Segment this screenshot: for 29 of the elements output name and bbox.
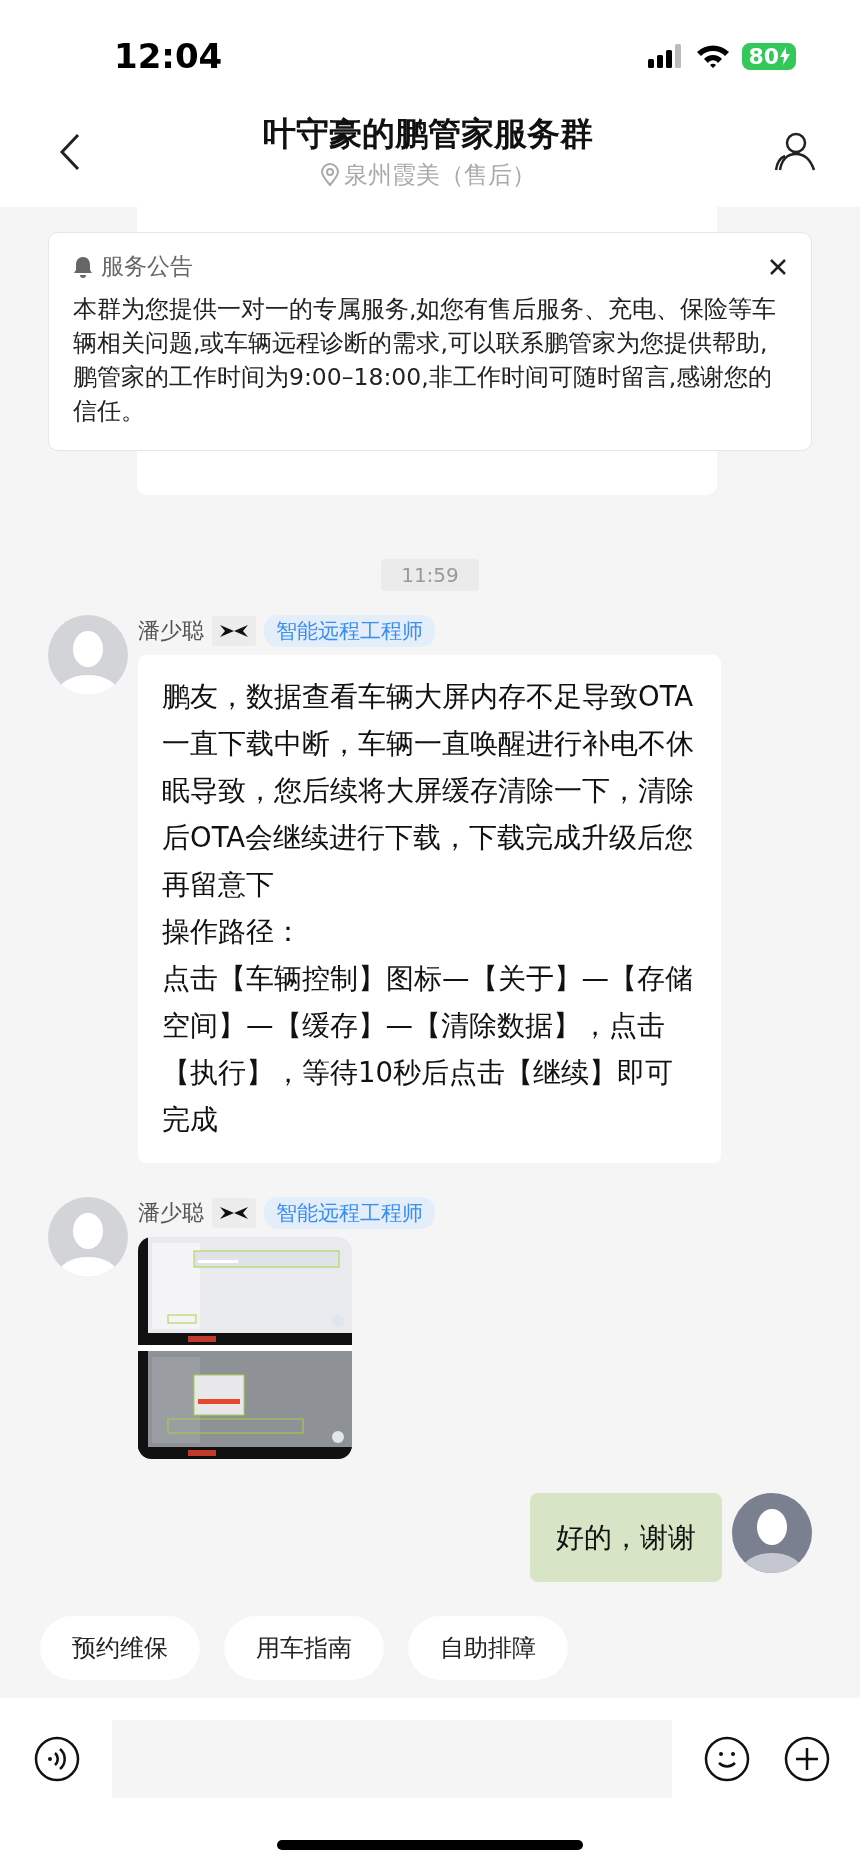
- announcement-title: 服务公告: [101, 252, 194, 281]
- close-icon[interactable]: [769, 257, 787, 276]
- quick-reply-chip[interactable]: 预约维保: [40, 1616, 200, 1680]
- role-tag: 智能远程工程师: [264, 615, 435, 647]
- quick-reply-chip[interactable]: 用车指南: [224, 1616, 384, 1680]
- brand-logo-icon: [212, 1198, 256, 1228]
- sender-name: 潘少聪: [138, 1199, 204, 1227]
- quick-reply-chip[interactable]: 自助排障: [408, 1616, 568, 1680]
- timestamp: 11:59: [381, 559, 479, 591]
- bell-icon: [73, 255, 93, 278]
- message-text: 操作路径：: [162, 914, 303, 949]
- message-text: 好的，谢谢: [556, 1520, 696, 1555]
- battery-icon: 80: [742, 42, 796, 70]
- message-text: 点击【车辆控制】图标—【关于】—【存储空间】—【缓存】—【清除数据】，点击【执行】，等待10秒后点击【继续】即可完成: [162, 961, 694, 1137]
- wifi-icon: [696, 43, 731, 69]
- group-members-icon[interactable]: [774, 130, 816, 172]
- status-time: 12:04: [114, 36, 224, 76]
- announcement-text: 本群为您提供一对一的专属服务,如您有售后服务、充电、保险等车辆相关问题,或车辆远程诊断的需求,可以联系鹏管家为您提供帮助,鹏管家的工作时间为9:00–18:00,非工作时间可随时留言,感谢您的信任。: [73, 294, 778, 427]
- back-icon[interactable]: [58, 132, 82, 172]
- location-icon: [320, 163, 340, 187]
- emoji-icon[interactable]: [704, 1736, 750, 1782]
- chat-subtitle: 泉州霞美（售后）: [344, 160, 536, 191]
- sender-name: 潘少聪: [138, 617, 204, 645]
- message-text: 鹏友，数据查看车辆大屏内存不足导致OTA一直下载中断，车辆一直唤醒进行补电不休眠导致，您后续将大屏缓存清除一下，清除后OTA会继续进行下载，下载完成升级后您再留意下: [162, 679, 695, 902]
- chat-title: 叶守豪的鹏管家服务群: [263, 113, 593, 155]
- role-tag: 智能远程工程师: [264, 1197, 435, 1229]
- voice-icon[interactable]: [34, 1736, 80, 1782]
- add-icon[interactable]: [784, 1736, 830, 1782]
- brand-logo-icon: [212, 616, 256, 646]
